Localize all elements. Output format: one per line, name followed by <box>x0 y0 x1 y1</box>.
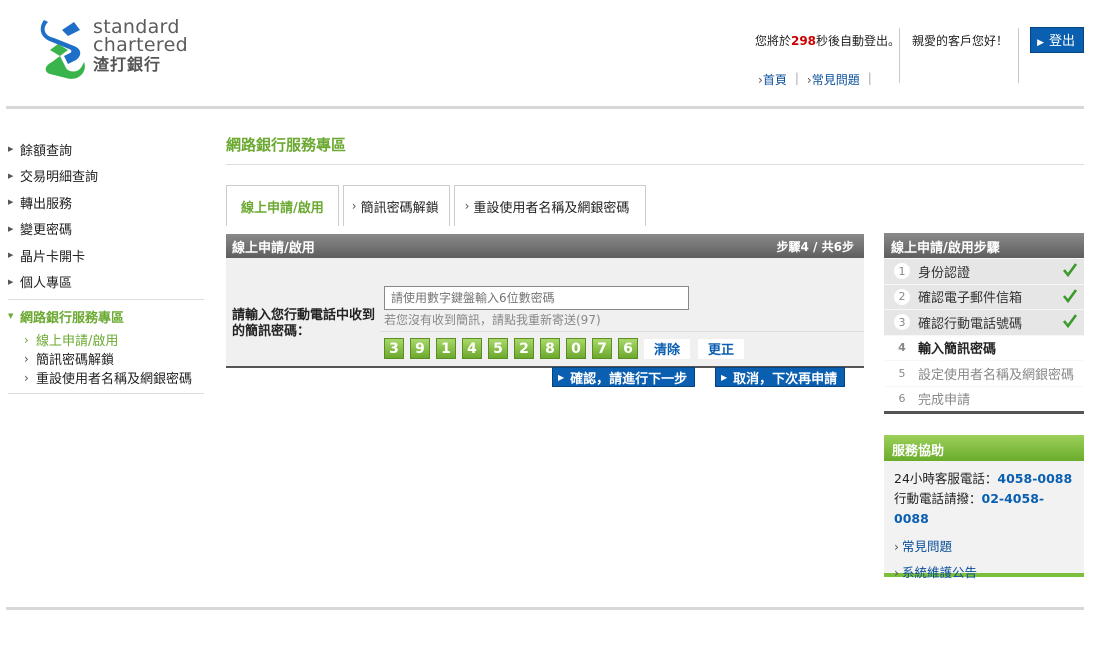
chevron-right-icon: › <box>894 565 899 580</box>
row-divider <box>380 331 864 332</box>
page-title: 網路銀行服務專區 <box>226 136 347 154</box>
sidebar-subitem-apply[interactable]: › 線上申請/啟用 <box>8 330 204 350</box>
sidebar-nav: ▶ 餘額查詢 ▶ 交易明細查詢 ▶ 轉出服務 ▶ 變更密碼 ▶ 晶片卡開卡 ▶ 個人專區 ▼… <box>8 136 204 394</box>
keypad-key[interactable]: 5 <box>488 338 508 359</box>
header-links: ›首頁 | ›常見問題 | <box>758 71 880 88</box>
chevron-right-icon: › <box>351 199 357 213</box>
keypad-key[interactable]: 8 <box>540 338 560 359</box>
greeting-text: 親愛的客戶您好！ <box>912 33 1009 48</box>
header-divider <box>1018 28 1019 83</box>
keypad-key[interactable]: 9 <box>410 338 430 359</box>
tab-bar: 線上申請/啟用 › 簡訊密碼解鎖 › 重設使用者名稱及網銀密碼 <box>226 185 650 226</box>
resend-sms-link[interactable]: 若您沒有收到簡訊，請點我重新寄送(97) <box>384 311 601 328</box>
panel-body: 請輸入您行動電話中收到的簡訊密碼： 若您沒有收到簡訊，請點我重新寄送(97) 3… <box>226 258 864 368</box>
triangle-right-icon: ▶ <box>8 277 14 286</box>
chevron-right-icon: › <box>24 351 29 366</box>
mobile-hotline: 行動電話請撥：02-4058-0088 <box>894 491 1045 526</box>
sidebar-item-chip-card[interactable]: ▶ 晶片卡開卡 <box>8 242 204 269</box>
triangle-right-icon: ▶ <box>8 145 14 154</box>
help-box: 服務協助 24小時客服電話：4058-0088 行動電話請撥：02-4058-0… <box>884 435 1084 580</box>
step-item: 2 確認電子郵件信箱 <box>884 283 1084 310</box>
sms-code-input[interactable] <box>384 286 689 310</box>
progress-steps: 線上申請/啟用步驟 1 身份認證 2 確認電子郵件信箱 3 確認行動電話號碼 4 輸入簡… <box>884 233 1084 414</box>
help-faq-link[interactable]: › 常見問題 <box>894 537 1074 557</box>
step-item-current: 4 輸入簡訊密碼 <box>884 334 1084 360</box>
tab-reset[interactable]: › 重設使用者名稱及網銀密碼 <box>453 185 647 226</box>
chevron-right-icon: › <box>24 332 29 347</box>
sms-code-panel: 線上申請/啟用 步驟4 / 共6步 請輸入您行動電話中收到的簡訊密碼： 若您沒有… <box>226 234 864 368</box>
step-item: 6 完成申請 <box>884 385 1084 411</box>
keypad-key[interactable]: 1 <box>436 338 456 359</box>
hotline-number: 4058-0088 <box>997 471 1073 486</box>
arrow-right-icon: ▶ <box>721 372 728 382</box>
step-item: 5 設定使用者名稱及網銀密碼 <box>884 360 1084 386</box>
keypad-key[interactable]: 2 <box>514 338 534 359</box>
sidebar-item-change-password[interactable]: ▶ 變更密碼 <box>8 216 204 243</box>
arrow-right-icon: ▶ <box>1037 38 1044 48</box>
sidebar-item-balance[interactable]: ▶ 餘額查詢 <box>8 136 204 163</box>
triangle-right-icon: ▶ <box>8 224 14 233</box>
title-divider <box>226 164 1084 165</box>
link-separator: | <box>794 71 799 85</box>
tab-apply[interactable]: 線上申請/啟用 <box>226 185 339 226</box>
tab-unlock-sms[interactable]: › 簡訊密碼解鎖 <box>342 185 450 226</box>
logout-button[interactable]: ▶ 登出 <box>1030 27 1084 53</box>
steps-title: 線上申請/啟用步驟 <box>884 233 1084 258</box>
keypad-key[interactable]: 6 <box>618 338 638 359</box>
sidebar-subitem-unlock-sms[interactable]: › 簡訊密碼解鎖 <box>8 349 204 369</box>
triangle-right-icon: ▶ <box>8 171 14 180</box>
triangle-right-icon: ▶ <box>8 251 14 260</box>
chevron-right-icon: › <box>894 539 899 554</box>
header-divider <box>899 28 900 83</box>
triangle-down-icon: ▼ <box>8 312 14 320</box>
sms-code-label: 請輸入您行動電話中收到的簡訊密碼： <box>232 308 376 339</box>
numeric-keypad: 3 9 1 4 5 2 8 0 7 6 清除 更正 <box>384 338 752 359</box>
chevron-right-icon: › <box>464 199 470 213</box>
keypad-key[interactable]: 0 <box>566 338 586 359</box>
sidebar-divider <box>8 299 204 300</box>
logo-text-zh: 渣打銀行 <box>93 55 162 74</box>
help-title: 服務協助 <box>884 435 1084 461</box>
link-separator: | <box>867 71 872 85</box>
header-divider-line <box>6 106 1084 109</box>
cancel-button[interactable]: ▶ 取消，下次再申請 <box>715 367 846 387</box>
logout-countdown: 您將於298秒後自動登出。 <box>754 33 901 48</box>
step-item: 1 身份認證 <box>884 258 1084 284</box>
sidebar-item-transfer[interactable]: ▶ 轉出服務 <box>8 189 204 216</box>
logo: standard chartered 渣打銀行 <box>38 16 208 82</box>
standard-chartered-logo-icon <box>40 20 85 79</box>
header-status-bar: 您將於298秒後自動登出。 親愛的客戶您好！ ▶ 登出 <box>754 27 1084 53</box>
footer-divider-line <box>6 607 1084 610</box>
step-item: 3 確認行動電話號碼 <box>884 309 1084 335</box>
keypad-clear-button[interactable]: 清除 <box>644 338 691 359</box>
maintenance-notice-link[interactable]: › 系統維護公告 <box>894 563 1074 583</box>
sidebar-subitem-reset[interactable]: › 重設使用者名稱及網銀密碼 <box>8 368 204 388</box>
home-link[interactable]: ›首頁 <box>758 71 795 88</box>
check-icon <box>1062 263 1078 278</box>
countdown-seconds: 298 <box>790 33 817 48</box>
keypad-key[interactable]: 7 <box>592 338 612 359</box>
confirm-next-button[interactable]: ▶ 確認，請進行下一步 <box>552 367 696 387</box>
chevron-right-icon: › <box>24 370 29 385</box>
check-icon <box>1062 288 1078 303</box>
arrow-right-icon: ▶ <box>558 372 565 382</box>
keypad-key[interactable]: 3 <box>384 338 404 359</box>
check-icon <box>1062 314 1078 329</box>
triangle-right-icon: ▶ <box>8 198 14 207</box>
hotline: 24小時客服電話：4058-0088 <box>894 471 1073 486</box>
step-indicator: 步驟4 / 共6步 <box>776 239 855 254</box>
sidebar-divider <box>8 393 204 394</box>
sidebar-item-personal[interactable]: ▶ 個人專區 <box>8 269 204 296</box>
keypad-key[interactable]: 4 <box>462 338 482 359</box>
panel-title: 線上申請/啟用 <box>232 240 315 256</box>
logo-text-line2: chartered <box>93 34 188 56</box>
panel-header: 線上申請/啟用 步驟4 / 共6步 <box>226 234 864 258</box>
sidebar-item-online-service[interactable]: ▼ 網路銀行服務專區 <box>8 302 204 330</box>
sidebar-item-transactions[interactable]: ▶ 交易明細查詢 <box>8 163 204 190</box>
keypad-correct-button[interactable]: 更正 <box>698 338 745 359</box>
faq-link[interactable]: ›常見問題 <box>807 71 868 88</box>
